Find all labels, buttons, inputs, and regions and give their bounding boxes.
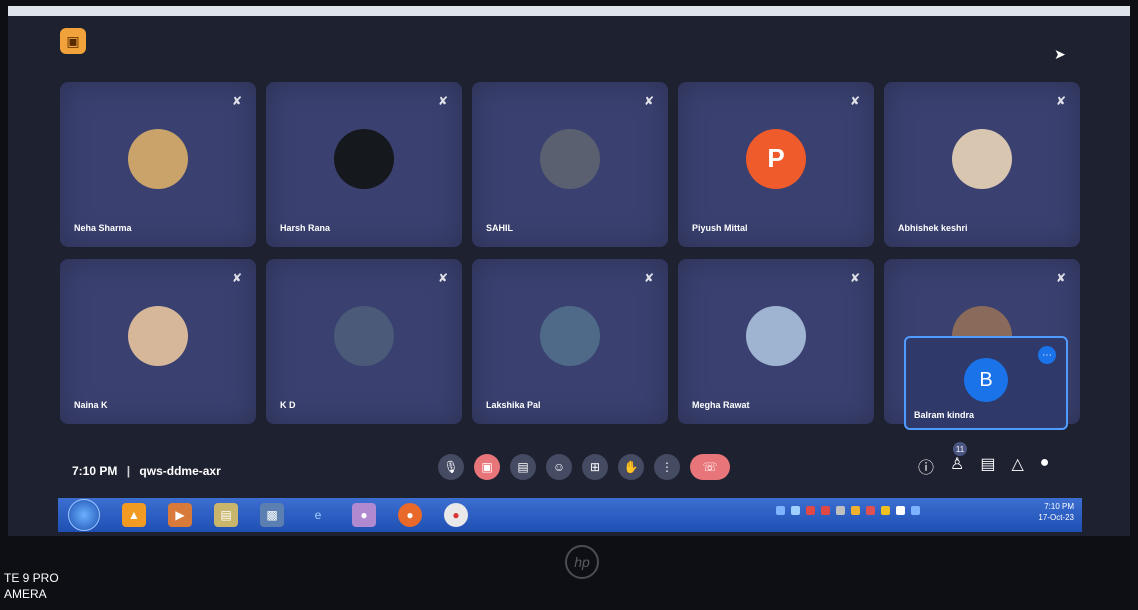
raise-hand-icon[interactable]: ✋ [618,454,644,480]
participant-name: Neha Sharma [74,223,132,233]
mic-muted-icon: ✘ [437,94,448,108]
tray-icon[interactable] [866,506,875,515]
participant-name: K D [280,400,296,410]
participant-name: Naina K [74,400,108,410]
meeting-code: qws-ddme-axr [139,464,221,478]
meeting-time: 7:10 PM [72,464,118,478]
participant-avatar [746,305,806,366]
participant-tile[interactable]: ✘ Megha Rawat [678,259,874,424]
self-view-tile[interactable]: ⋯ B Balram kindra [904,336,1068,430]
participant-avatar: P [746,128,806,189]
mic-muted-icon: ✘ [231,94,242,108]
participant-tile[interactable]: ✘ Harsh Rana [266,82,462,247]
firefox-icon[interactable]: ● [398,503,422,527]
participant-tile[interactable]: ✘ Neha Sharma [60,82,256,247]
call-controls: 🎙 ▣ ▤ ☺ ⊞ ✋ ⋮ ☏ [438,454,730,484]
participant-name: Megha Rawat [692,400,750,410]
tray-icon[interactable] [821,506,830,515]
participant-name: Piyush Mittal [692,223,748,233]
system-tray-icons [776,506,920,515]
emoji-icon[interactable]: ☺ [546,454,572,480]
meet-screen: ▣ ➤ ✘ Neha Sharma ✘ Harsh Rana ✘ SAHIL ✘ P Piyus… [8,6,1130,536]
mic-muted-icon: ✘ [849,94,860,108]
tray-icon[interactable] [806,506,815,515]
tray-icon[interactable] [836,506,845,515]
participant-avatar [952,128,1012,189]
participant-tile[interactable]: ✘ Lakshika Pal [472,259,668,424]
meeting-separator: | [126,464,131,478]
watermark-line2: AMERA [4,587,47,601]
meeting-info: 7:10 PM | qws-ddme-axr [72,464,221,478]
participant-name: SAHIL [486,223,513,233]
watermark-line1: TE 9 PRO [4,571,59,585]
media-player-icon[interactable]: ▶ [168,503,192,527]
taskbar-time: 7:10 PM [1044,502,1074,511]
network-icon[interactable] [911,506,920,515]
mic-muted-icon: ✘ [643,94,654,108]
mic-muted-icon: ✘ [1055,271,1066,285]
end-call-icon[interactable]: ☏ [690,454,730,480]
captions-icon[interactable]: ▤ [510,454,536,480]
vlc-icon[interactable]: ▲ [122,503,146,527]
mic-muted-icon: ✘ [1055,94,1066,108]
host-controls-icon[interactable]: ● [1040,454,1050,478]
paint-icon[interactable]: ● [352,503,376,527]
participant-tile[interactable]: ✘ Naina K [60,259,256,424]
printer-icon[interactable]: ▩ [260,503,284,527]
laptop-bezel: ▣ ➤ ✘ Neha Sharma ✘ Harsh Rana ✘ SAHIL ✘ P Piyus… [0,0,1138,610]
participant-name: Harsh Rana [280,223,331,233]
tray-icon[interactable] [851,506,860,515]
more-vert-icon[interactable]: ⋮ [654,454,680,480]
self-name: Balram kindra [914,410,975,420]
camera-off-icon[interactable]: ▣ [474,454,500,480]
tray-icon[interactable] [776,506,785,515]
presenting-indicator-icon[interactable]: ▣ [60,28,86,54]
hp-logo: hp [565,545,599,579]
self-avatar: B [964,358,1008,402]
participant-tile[interactable]: ✘ SAHIL [472,82,668,247]
mic-muted-icon: ✘ [231,271,242,285]
mic-muted-icon: ✘ [849,271,860,285]
chrome-icon[interactable]: ● [444,503,468,527]
participant-avatar [334,128,394,189]
participant-avatar [540,128,600,189]
participant-name: Abhishek keshri [898,223,968,233]
browser-top-strip [8,6,1130,16]
participant-tile[interactable]: ✘ P Piyush Mittal [678,82,874,247]
participant-tile[interactable]: ✘ K D [266,259,462,424]
info-icon[interactable]: ⓘ [918,454,934,478]
start-button[interactable] [68,499,100,531]
chat-icon[interactable]: ▤ [980,454,995,478]
present-icon[interactable]: ⊞ [582,454,608,480]
participant-tile[interactable]: ✘ Abhishek keshri [884,82,1080,247]
file-explorer-icon[interactable]: ▤ [214,503,238,527]
tray-icon[interactable] [791,506,800,515]
camera-watermark: TE 9 PRO AMERA [4,570,59,602]
windows-taskbar: ▲ ▶ ▤ ▩ e ● ● ● 7:10 PM 17-Oct-23 [58,498,1082,532]
internet-explorer-icon[interactable]: e [306,503,330,527]
mouse-cursor-icon: ➤ [1054,46,1066,62]
tray-icon[interactable] [881,506,890,515]
participant-avatar [128,305,188,366]
mic-muted-icon: ✘ [437,271,448,285]
side-controls: ⓘ ♙ ▤ △ ● [918,454,1049,478]
activities-icon[interactable]: △ [1011,454,1023,478]
participant-avatar [128,128,188,189]
volume-icon[interactable] [896,506,905,515]
taskbar-date: 17-Oct-23 [1038,513,1074,522]
mic-muted-icon: ✘ [643,271,654,285]
participant-avatar [540,305,600,366]
taskbar-clock[interactable]: 7:10 PM 17-Oct-23 [1038,501,1074,523]
people-icon[interactable]: ♙ [950,454,964,478]
participant-avatar [334,305,394,366]
mic-icon[interactable]: 🎙 [438,454,464,480]
more-options-icon[interactable]: ⋯ [1038,346,1056,364]
participant-name: Lakshika Pal [486,400,541,410]
